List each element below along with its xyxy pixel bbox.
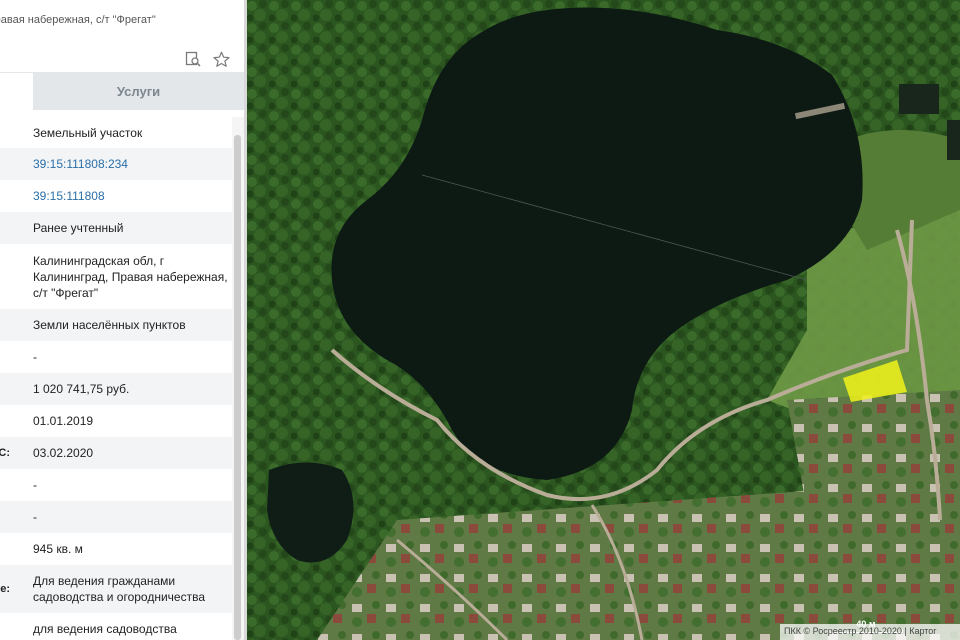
pond-small-edge [947,120,960,160]
property-row: - [0,501,232,533]
property-row: - [0,341,232,373]
property-row: Калининградская обл, г Калининград, Прав… [0,244,232,309]
cadastral-link[interactable]: 39:15:111808 [33,188,231,204]
property-row: Ранее учтенный [0,212,232,244]
property-row: С: 03.02.2020 [0,437,232,469]
property-value: 1 020 741,75 руб. [33,382,130,396]
panel-tabs: Услуги [0,72,244,110]
scrollbar-thumb[interactable] [234,135,241,640]
cadastral-link[interactable]: 39:15:111808:234 [33,156,231,172]
tab-info[interactable] [0,73,33,110]
property-row: Земельный участок [0,117,232,148]
property-value: 03.02.2020 [33,446,94,460]
property-row: для ведения садоводства [0,613,232,640]
panel-toolbar [184,50,230,68]
info-panel: град, Правая набережная, с/т "Фрегат" Ус… [0,0,247,640]
document-search-icon[interactable] [184,50,202,68]
panel-title: град, Правая набережная, с/т "Фрегат" [0,14,156,26]
property-value: Земельный участок [33,125,143,140]
property-row: 1 020 741,75 руб. [0,373,232,405]
property-row: е: Для ведения гражданами садоводства и о… [0,565,232,613]
property-value: - [33,510,37,524]
property-value: Земли населённых пунктов [33,318,186,332]
property-list: Земельный участок 39:15:111808:234 39:15:1… [0,117,232,640]
property-row: - [0,469,232,501]
property-label: е: [0,583,10,595]
property-row: 39:15:111808 [0,180,232,212]
property-value: Ранее учтенный [33,221,124,235]
property-value: 945 кв. м [33,542,83,556]
property-value: Для ведения гражданами садоводства и ого… [33,574,205,604]
property-row: 39:15:111808:234 [0,148,232,180]
property-value: Калининградская обл, г Калининград, Прав… [33,253,228,300]
star-icon[interactable] [212,50,230,68]
map-imagery [247,0,960,640]
tab-services[interactable]: Услуги [33,73,244,110]
property-label: С: [0,447,10,459]
property-value: для ведения садоводства [33,622,177,636]
pond-small [899,84,939,114]
property-row: 945 кв. м [0,533,232,565]
property-value: 01.01.2019 [33,414,94,428]
map-attribution: ПКК © Росреестр 2010-2020 | Картог [780,624,960,640]
property-value: - [33,478,37,492]
property-value: - [33,350,37,364]
satellite-map[interactable]: 40 м [247,0,960,640]
property-row: Земли населённых пунктов [0,309,232,341]
property-row: 01.01.2019 [0,405,232,437]
